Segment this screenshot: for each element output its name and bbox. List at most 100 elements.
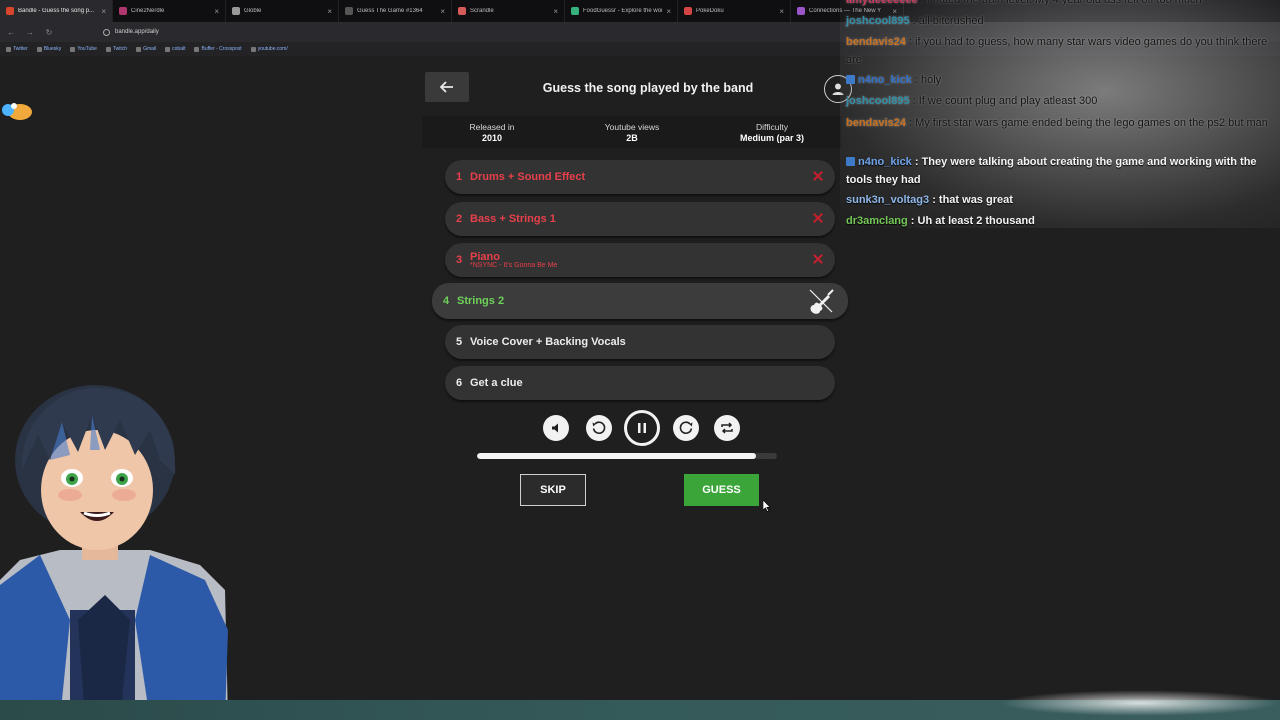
wrong-mark-icon xyxy=(813,254,823,264)
bookmark-item[interactable]: Gmail xyxy=(136,46,156,52)
clue-body: Piano *NSYNC - It's Gonna Be Me xyxy=(470,251,557,269)
forward-nav-icon[interactable]: → xyxy=(25,28,35,37)
site-info-icon[interactable] xyxy=(103,28,110,36)
rewind-button[interactable] xyxy=(586,415,612,441)
clue-row[interactable]: 2 Bass + Strings 1 xyxy=(445,202,835,236)
clue-row[interactable]: 4 Strings 2 xyxy=(432,283,848,319)
clue-body: Drums + Sound Effect xyxy=(470,171,585,183)
browser-tab[interactable]: Scrandle × xyxy=(452,0,565,22)
bookmark-favicon-icon xyxy=(136,46,142,52)
browser-tab[interactable]: FoodGuessr - Explore the world × xyxy=(565,0,678,22)
chat-message: n4no_kick : holy xyxy=(846,72,1274,90)
bookmark-item[interactable]: YouTube xyxy=(70,46,97,52)
chat-text: : holy xyxy=(911,74,942,86)
clue-row[interactable]: 5 Voice Cover + Backing Vocals xyxy=(445,325,835,359)
bookmark-favicon-icon xyxy=(70,46,76,52)
tab-label: Guess The Game #1364 xyxy=(357,8,423,14)
stat-value: Medium (par 3) xyxy=(739,132,804,143)
wrong-guess-text: *NSYNC - It's Gonna Be Me xyxy=(470,262,558,269)
chat-message: amyueeeeeee : I hated the train level. M… xyxy=(846,0,1274,10)
chat-username: joshcool895 xyxy=(846,15,910,27)
browser-tab[interactable]: PokeDoku × xyxy=(678,0,791,22)
bookmark-item[interactable]: Twitch xyxy=(105,46,127,52)
bookmark-favicon-icon xyxy=(6,46,11,52)
tab-label: Bandle - Guess the song p... xyxy=(18,8,95,14)
bookmark-favicon-icon xyxy=(194,46,200,52)
back-nav-icon[interactable]: ← xyxy=(6,28,16,37)
clue-row[interactable]: 3 Piano *NSYNC - It's Gonna Be Me xyxy=(445,243,835,277)
favicon-icon xyxy=(345,7,353,15)
bookmark-item[interactable]: cobalt xyxy=(165,46,185,52)
favicon-icon xyxy=(797,7,805,15)
reload-icon[interactable]: ↻ xyxy=(44,28,54,37)
light-glow xyxy=(1000,690,1280,716)
playback-progress-fill xyxy=(477,453,756,459)
chat-message: sunk3n_voltag3 : that was great xyxy=(846,192,1274,210)
violin-icon xyxy=(809,289,834,314)
playback-progress-bar[interactable] xyxy=(477,453,777,459)
close-tab-icon[interactable]: × xyxy=(327,7,332,16)
close-tab-icon[interactable]: × xyxy=(779,7,784,16)
close-tab-icon[interactable]: × xyxy=(553,7,558,16)
clue-body: Voice Cover + Backing Vocals xyxy=(470,336,626,348)
favicon-icon xyxy=(6,7,14,15)
skip-button[interactable]: SKIP xyxy=(520,474,586,506)
bookmark-item[interactable]: Twitter xyxy=(6,46,28,52)
chat-username: n4no_kick xyxy=(858,156,912,168)
clue-label: Drums + Sound Effect xyxy=(470,171,586,183)
clue-body: Strings 2 xyxy=(457,295,504,307)
stat-item: Released in 2010 xyxy=(432,122,552,143)
favicon-icon xyxy=(684,7,692,15)
close-tab-icon[interactable]: × xyxy=(214,7,219,16)
chat-message: n4no_kick : They were talking about crea… xyxy=(846,154,1274,189)
repeat-button[interactable] xyxy=(714,415,740,441)
clue-label: Get a clue xyxy=(470,377,523,389)
speaker-icon xyxy=(552,423,558,433)
chat-message: joshcool895 : If we count plug and play … xyxy=(846,93,1274,111)
clue-number: 4 xyxy=(443,295,450,307)
chat-message: joshcool895 : all bitcrushed xyxy=(846,13,1274,31)
bookmark-label: youtube.com/ xyxy=(257,46,288,52)
stat-label: Youtube views xyxy=(604,121,660,132)
clue-number: 5 xyxy=(456,336,463,348)
browser-tab[interactable]: Guess The Game #1364 × xyxy=(339,0,452,22)
tab-label: FoodGuessr - Explore the world xyxy=(583,8,663,14)
bookmark-label: Buffer - Crosspost xyxy=(201,46,242,52)
pause-button[interactable] xyxy=(624,410,660,446)
chat-username: n4no_kick xyxy=(858,74,912,86)
url-field[interactable]: bandle.app/daily xyxy=(103,28,159,36)
wrong-mark-icon xyxy=(813,171,823,181)
clue-row[interactable]: 1 Drums + Sound Effect xyxy=(445,160,835,194)
favicon-icon xyxy=(119,7,127,15)
chat-text: : Uh at least 2 thousand xyxy=(907,215,1035,227)
close-tab-icon[interactable]: × xyxy=(101,7,106,16)
bookmark-label: Gmail xyxy=(143,46,157,52)
clue-body: Bass + Strings 1 xyxy=(470,213,556,225)
chat-username: joshcool895 xyxy=(846,95,910,107)
bookmark-item[interactable]: Buffer - Crosspost xyxy=(194,46,242,52)
close-tab-icon[interactable]: × xyxy=(666,7,671,16)
forward-button[interactable] xyxy=(673,415,699,441)
chat-username: bendavis24 xyxy=(846,36,906,48)
song-stats: Released in 2010 Youtube views 2B Difficulty… xyxy=(422,116,842,148)
tab-label: Cine2Nerdle xyxy=(131,8,165,14)
guess-button[interactable]: GUESS xyxy=(684,474,759,506)
browser-tab[interactable]: Bandle - Guess the song p... × xyxy=(0,0,113,22)
browser-tab[interactable]: Cine2Nerdle × xyxy=(113,0,226,22)
back-button[interactable] xyxy=(425,72,469,102)
clue-label: Bass + Strings 1 xyxy=(470,213,556,225)
clue-number: 2 xyxy=(456,213,463,225)
bookmark-favicon-icon xyxy=(36,46,42,52)
close-tab-icon[interactable]: × xyxy=(440,7,445,16)
chat-text: : I hated the train level. My 4 year old… xyxy=(917,0,1202,6)
clue-row[interactable]: 6 Get a clue xyxy=(445,366,835,400)
fast-forward-icon xyxy=(679,421,693,435)
stat-value: 2010 xyxy=(481,132,503,143)
tab-label: Globle xyxy=(244,8,262,14)
bookmark-favicon-icon xyxy=(165,46,171,52)
volume-button[interactable] xyxy=(543,415,569,441)
bookmark-item[interactable]: Bluesky xyxy=(36,46,61,52)
chat-message: dr3amclang : Uh at least 2 thousand xyxy=(846,213,1274,231)
bookmark-item[interactable]: youtube.com/ xyxy=(250,46,288,52)
browser-tab[interactable]: Globle × xyxy=(226,0,339,22)
